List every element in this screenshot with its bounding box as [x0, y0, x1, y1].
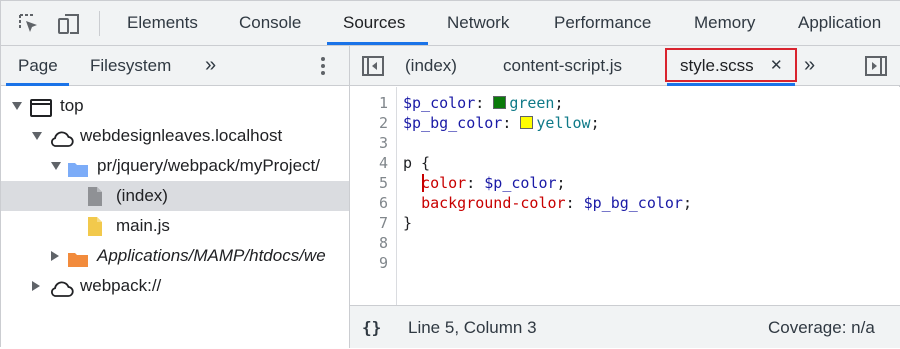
navigator-pane: Page Filesystem » top webdesignleaves.lo…	[1, 46, 349, 348]
tab-filesystem[interactable]: Filesystem	[90, 46, 171, 86]
file-icon	[87, 186, 103, 211]
color-swatch-icon[interactable]	[520, 116, 534, 129]
tree-item-label: Applications/MAMP/htdocs/we	[97, 246, 326, 265]
file-tab-index[interactable]: (index)	[405, 46, 457, 86]
code-semicolon: ;	[590, 114, 600, 132]
line-number: 9	[378, 254, 388, 272]
tab-memory[interactable]: Memory	[694, 1, 755, 45]
code-property: color	[421, 174, 467, 192]
tree-item-label: top	[60, 96, 84, 115]
editor-tabs: (index) content-script.js style.scss ✕ »	[350, 46, 900, 86]
line-number: 7	[378, 214, 388, 232]
tree-item-label: pr/jquery/webpack/myProject/	[97, 156, 320, 175]
code-value: yellow	[536, 114, 591, 132]
folder-icon	[67, 248, 89, 271]
tab-application[interactable]: Application	[798, 1, 881, 45]
line-number: 3	[378, 134, 388, 152]
code-variable: $p_bg_color	[583, 194, 683, 212]
main-toolbar: Elements Console Sources Network Perform…	[1, 1, 900, 46]
active-tab-indicator	[327, 42, 428, 45]
code-colon: :	[502, 114, 521, 132]
line-number: 2	[378, 114, 388, 132]
code-property: background-color	[421, 194, 566, 212]
expand-arrow-icon[interactable]	[32, 132, 42, 140]
code-line-1: $p_color: green;	[403, 93, 564, 113]
highlight-box	[665, 48, 797, 82]
code-variable: $p_bg_color	[403, 114, 503, 132]
tree-item-applications-folder[interactable]: Applications/MAMP/htdocs/we	[1, 241, 349, 271]
code-colon: :	[475, 94, 494, 112]
active-navigator-tab-indicator	[6, 83, 69, 86]
line-number: 4	[378, 154, 388, 172]
expand-arrow-icon[interactable]	[51, 162, 61, 170]
inspect-element-icon[interactable]	[17, 12, 41, 36]
code-value: green	[509, 94, 555, 112]
tree-item-project-folder[interactable]: pr/jquery/webpack/myProject/	[1, 151, 349, 181]
line-number: 6	[378, 194, 388, 212]
line-number: 1	[378, 94, 388, 112]
text-cursor	[422, 174, 424, 192]
more-tabs-button[interactable]: »	[205, 46, 216, 86]
tab-network[interactable]: Network	[447, 1, 509, 45]
code-semicolon: ;	[554, 94, 564, 112]
toggle-debugger-icon[interactable]	[865, 56, 887, 81]
code-line-5: color: $p_color;	[403, 173, 566, 193]
js-file-icon	[87, 216, 103, 241]
code-semicolon: ;	[556, 174, 566, 192]
frame-icon	[30, 97, 52, 121]
tree-item-label: (index)	[116, 186, 168, 205]
tree-item-label: webdesignleaves.localhost	[80, 126, 283, 145]
tab-elements[interactable]: Elements	[127, 1, 198, 45]
color-swatch-icon[interactable]	[493, 96, 507, 109]
code-colon: :	[466, 174, 485, 192]
tree-item-top[interactable]: top	[1, 91, 349, 121]
collapsed-arrow-icon[interactable]	[51, 251, 59, 261]
cloud-icon	[48, 128, 74, 151]
tab-sources[interactable]: Sources	[343, 1, 405, 45]
tab-page[interactable]: Page	[18, 46, 58, 86]
collapsed-arrow-icon[interactable]	[32, 281, 40, 291]
toolbar-separator	[99, 11, 100, 36]
code-editor[interactable]: 1 2 3 4 5 6 7 8 9 $p_color: green; $p_bg…	[350, 87, 900, 305]
folder-icon	[67, 158, 89, 181]
code-colon: :	[565, 194, 584, 212]
line-number: 8	[378, 234, 388, 252]
editor-pane: (index) content-script.js style.scss ✕ »…	[350, 46, 900, 348]
code-variable: $p_color	[484, 174, 557, 192]
line-number-gutter: 1 2 3 4 5 6 7 8 9	[350, 87, 397, 305]
navigator-tabs: Page Filesystem »	[1, 46, 349, 86]
coverage-status[interactable]: Coverage: n/a	[768, 306, 875, 349]
line-number: 5	[378, 174, 388, 192]
code-line-7: }	[403, 214, 413, 232]
code-variable: $p_color	[403, 94, 476, 112]
code-line-2: $p_bg_color: yellow;	[403, 113, 600, 133]
tab-performance[interactable]: Performance	[554, 1, 651, 45]
cloud-icon	[48, 278, 74, 301]
devtools-window: Elements Console Sources Network Perform…	[0, 0, 900, 348]
file-tab-content-script[interactable]: content-script.js	[503, 46, 622, 86]
status-bar: {} Line 5, Column 3 Coverage: n/a	[350, 305, 900, 348]
tree-item-webdesignleaves[interactable]: webdesignleaves.localhost	[1, 121, 349, 151]
active-file-tab-indicator	[667, 83, 795, 86]
toggle-navigator-icon[interactable]	[362, 56, 384, 81]
code-line-6: background-color: $p_bg_color;	[403, 193, 692, 213]
cursor-position: Line 5, Column 3	[408, 318, 537, 337]
tab-console[interactable]: Console	[239, 1, 301, 45]
code-semicolon: ;	[682, 194, 692, 212]
code-line-4: p {	[403, 154, 431, 172]
tree-item-label: main.js	[116, 216, 170, 235]
expand-arrow-icon[interactable]	[12, 102, 22, 110]
device-toolbar-icon[interactable]	[57, 12, 81, 36]
more-options-icon[interactable]	[316, 56, 330, 76]
tree-item-index[interactable]: (index)	[1, 181, 349, 211]
tree-item-webpack[interactable]: webpack://	[1, 271, 349, 301]
tree-item-main-js[interactable]: main.js	[1, 211, 349, 241]
more-files-button[interactable]: »	[804, 46, 815, 86]
tree-item-label: webpack://	[80, 276, 162, 295]
pretty-print-button[interactable]: {}	[362, 306, 381, 349]
